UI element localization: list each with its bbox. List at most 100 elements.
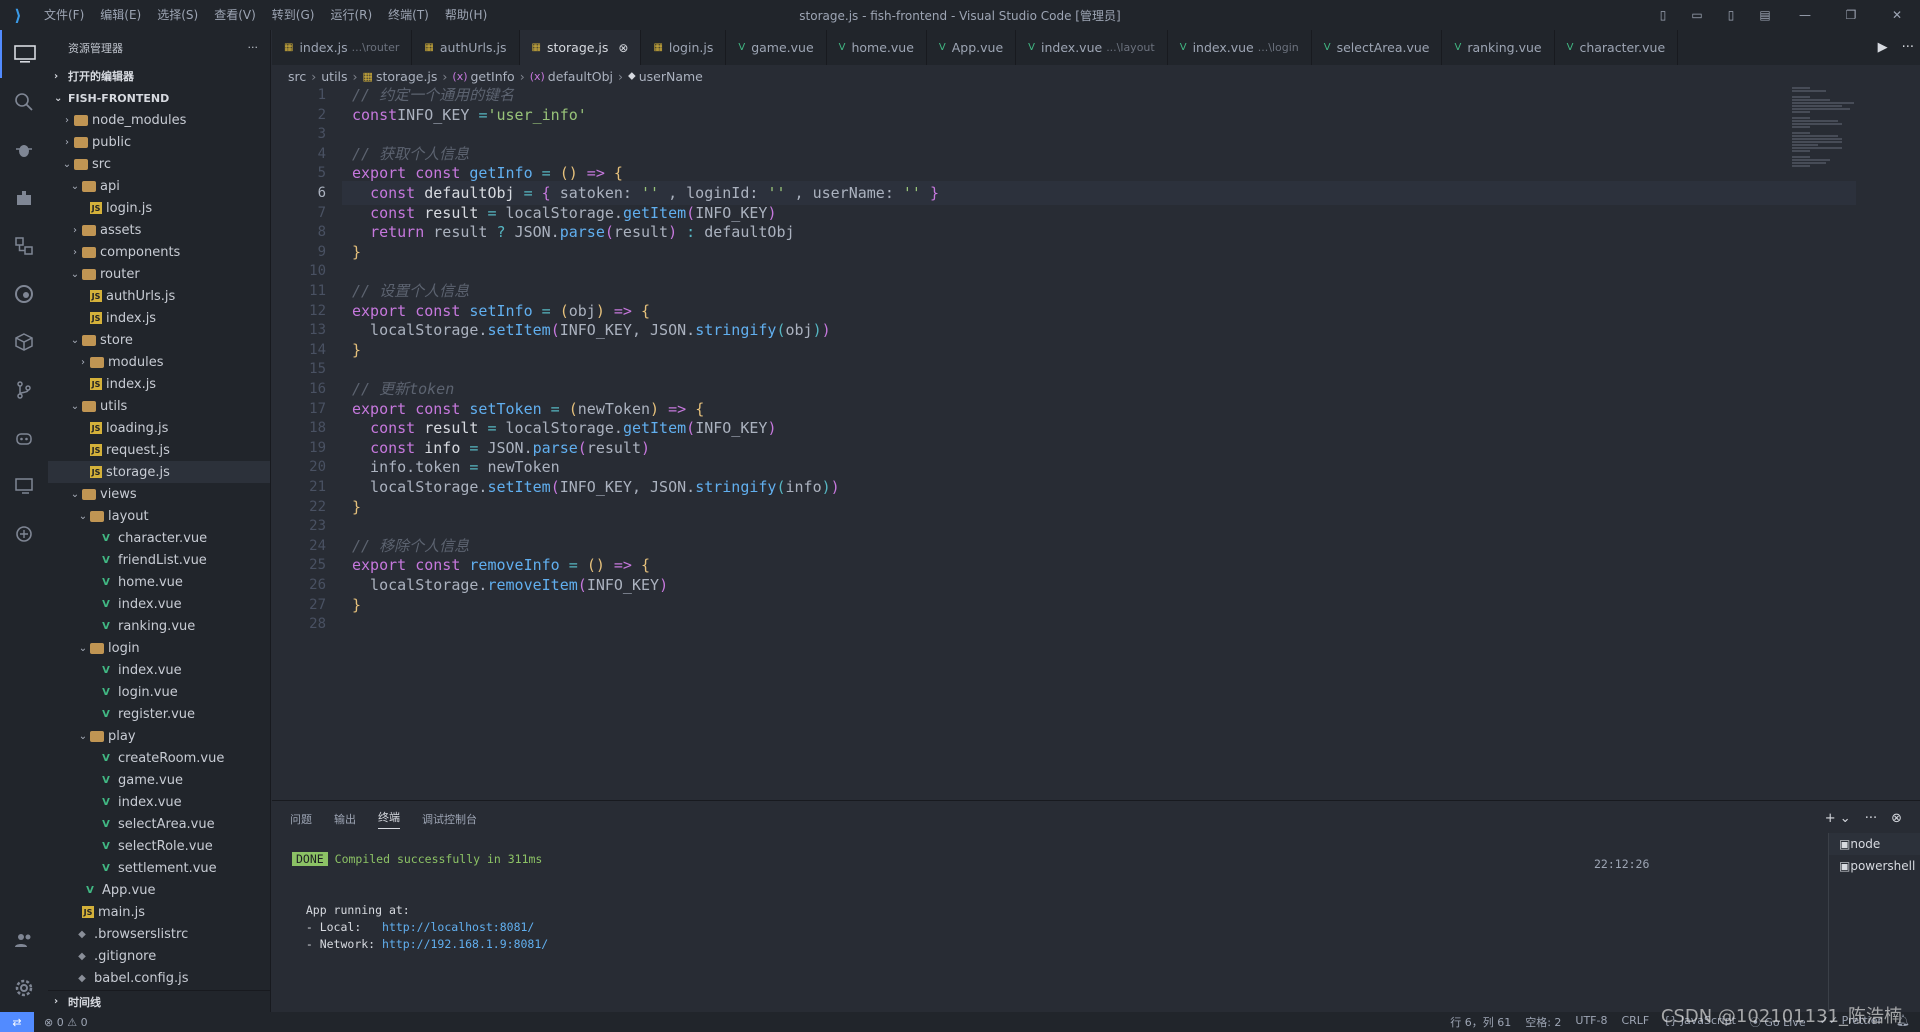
tree-item[interactable]: › assets [48,219,270,241]
tree-item[interactable]: VcreateRoom.vue [48,747,270,769]
tree-item[interactable]: ⌄ utils [48,395,270,417]
tree-item[interactable]: VfriendList.vue [48,549,270,571]
edge-browser-icon[interactable] [0,270,48,318]
chatgpt-icon[interactable] [0,510,48,558]
breadcrumb-item[interactable]: getInfo [471,69,515,84]
menu-item[interactable]: 帮助(H) [437,0,495,30]
tree-item[interactable]: ◆ babel.config.js [48,967,270,989]
breadcrumb-item[interactable]: userName [639,69,703,84]
close-window-button[interactable]: ✕ [1874,0,1920,30]
minimize-button[interactable]: — [1782,0,1828,30]
tree-item[interactable]: JS login.js [48,197,270,219]
tree-item[interactable]: JS loading.js [48,417,270,439]
tree-item[interactable]: ⌄ layout [48,505,270,527]
more-actions-icon[interactable]: ··· [248,41,259,54]
tree-item[interactable]: JS main.js [48,901,270,923]
menu-item[interactable]: 编辑(E) [92,0,149,30]
remote-window-icon[interactable] [0,462,48,510]
editor-tab[interactable]: V App.vue [927,30,1017,65]
tree-item[interactable]: JS storage.js [48,461,270,483]
tree-item[interactable]: JS authUrls.js [48,285,270,307]
close-tab-icon[interactable]: ⊗ [618,41,628,55]
tree-item[interactable]: ⌄ play [48,725,270,747]
indentation[interactable]: 空格: 2 [1525,1014,1561,1030]
package-icon[interactable] [0,318,48,366]
breadcrumb-item[interactable]: defaultObj [548,69,613,84]
tree-item[interactable]: Vranking.vue [48,615,270,637]
accounts-icon[interactable] [0,916,48,964]
tree-item[interactable]: ⌄ router [48,263,270,285]
search-icon[interactable] [0,78,48,126]
tree-item[interactable]: JS index.js [48,373,270,395]
more-actions-icon[interactable]: ··· [1865,811,1877,826]
tree-item[interactable]: Vgame.vue [48,769,270,791]
open-editors-section[interactable]: › 打开的编辑器 [48,65,270,87]
tree-item[interactable]: Vhome.vue [48,571,270,593]
editor-tab[interactable]: ▦ login.js [641,30,727,65]
tree-item[interactable]: ⌄ store [48,329,270,351]
network-url-link[interactable]: http://192.168.1.9:8081/ [382,937,548,951]
copilot-icon[interactable] [0,414,48,462]
tree-item[interactable]: Vcharacter.vue [48,527,270,549]
tree-item[interactable]: Vregister.vue [48,703,270,725]
editor-tab[interactable]: ▦ storage.js ⊗ [519,30,642,65]
debug-icon[interactable] [0,126,48,174]
toggle-sidebar-icon[interactable]: ▯ [1646,0,1680,30]
panel-tab[interactable]: 调试控制台 [422,811,477,827]
remote-indicator-icon[interactable]: ⇄ [0,1012,34,1032]
explorer-icon[interactable] [0,30,48,78]
tree-item[interactable]: ⌄ api [48,175,270,197]
editor-tab[interactable]: Vindex.vue ...\login [1168,30,1312,65]
tree-item[interactable]: JS index.js [48,307,270,329]
panel-tab[interactable]: 输出 [334,811,356,827]
customize-layout-icon[interactable]: ▤ [1748,0,1782,30]
encoding[interactable]: UTF-8 [1575,1014,1607,1030]
tree-item[interactable]: Vsettlement.vue [48,857,270,879]
tree-item[interactable]: › components [48,241,270,263]
timeline-section[interactable]: › 时间线 [48,990,270,1012]
toggle-panel-icon[interactable]: ▭ [1680,0,1714,30]
maximize-button[interactable]: ❐ [1828,0,1874,30]
breadcrumb-item[interactable]: src [288,69,306,84]
project-section[interactable]: ⌄ FISH-FRONTEND [48,87,270,109]
tree-item[interactable]: Vindex.vue [48,659,270,681]
extensions-icon[interactable] [0,174,48,222]
remote-explorer-icon[interactable] [0,222,48,270]
tree-item[interactable]: Vlogin.vue [48,681,270,703]
menu-item[interactable]: 运行(R) [322,0,380,30]
editor-tab[interactable]: Vcharacter.vue [1555,30,1679,65]
tree-item[interactable]: ⌄ views [48,483,270,505]
problems-indicator[interactable]: ⊗ 0 ⚠ 0 [44,1016,88,1029]
cursor-position[interactable]: 行 6，列 61 [1450,1014,1511,1030]
tree-item[interactable]: ⌄ src [48,153,270,175]
menu-item[interactable]: 文件(F) [36,0,92,30]
tree-item[interactable]: VselectArea.vue [48,813,270,835]
editor-tab[interactable]: Vgame.vue [726,30,827,65]
more-actions-icon[interactable]: ··· [1902,40,1914,55]
tree-item[interactable]: ◆ .browserslistrc [48,923,270,945]
editor-tab[interactable]: VselectArea.vue [1312,30,1443,65]
editor-tab[interactable]: Vindex.vue ...\layout [1016,30,1168,65]
editor-tab[interactable]: Vranking.vue [1442,30,1555,65]
tree-item[interactable]: JS request.js [48,439,270,461]
run-icon[interactable]: ▶ [1878,40,1888,55]
tree-item[interactable]: › modules [48,351,270,373]
toggle-secondary-sidebar-icon[interactable]: ▯ [1714,0,1748,30]
tree-item[interactable]: V App.vue [48,879,270,901]
tree-item[interactable]: ◆ .gitignore [48,945,270,967]
gear-icon[interactable] [0,964,48,1012]
tree-item[interactable]: VselectRole.vue [48,835,270,857]
code-editor[interactable]: 1// 约定一个通用的键名 2 constINFO_KEY ='user_info'… [272,87,1920,800]
menu-item[interactable]: 选择(S) [149,0,206,30]
close-panel-icon[interactable]: ⊗ [1891,811,1902,826]
tree-item[interactable]: › public [48,131,270,153]
menu-item[interactable]: 终端(T) [380,0,437,30]
new-terminal-icon[interactable]: + ⌄ [1825,811,1851,826]
tree-item[interactable]: ⌄ login [48,637,270,659]
editor-tab[interactable]: ▦ authUrls.js [412,30,520,65]
menu-item[interactable]: 查看(V) [206,0,264,30]
tree-item[interactable]: Vindex.vue [48,593,270,615]
end-of-line[interactable]: CRLF [1621,1014,1649,1030]
breadcrumb-item[interactable]: utils [321,69,347,84]
terminal-output[interactable]: DONE Compiled successfully in 311ms App … [292,851,548,953]
